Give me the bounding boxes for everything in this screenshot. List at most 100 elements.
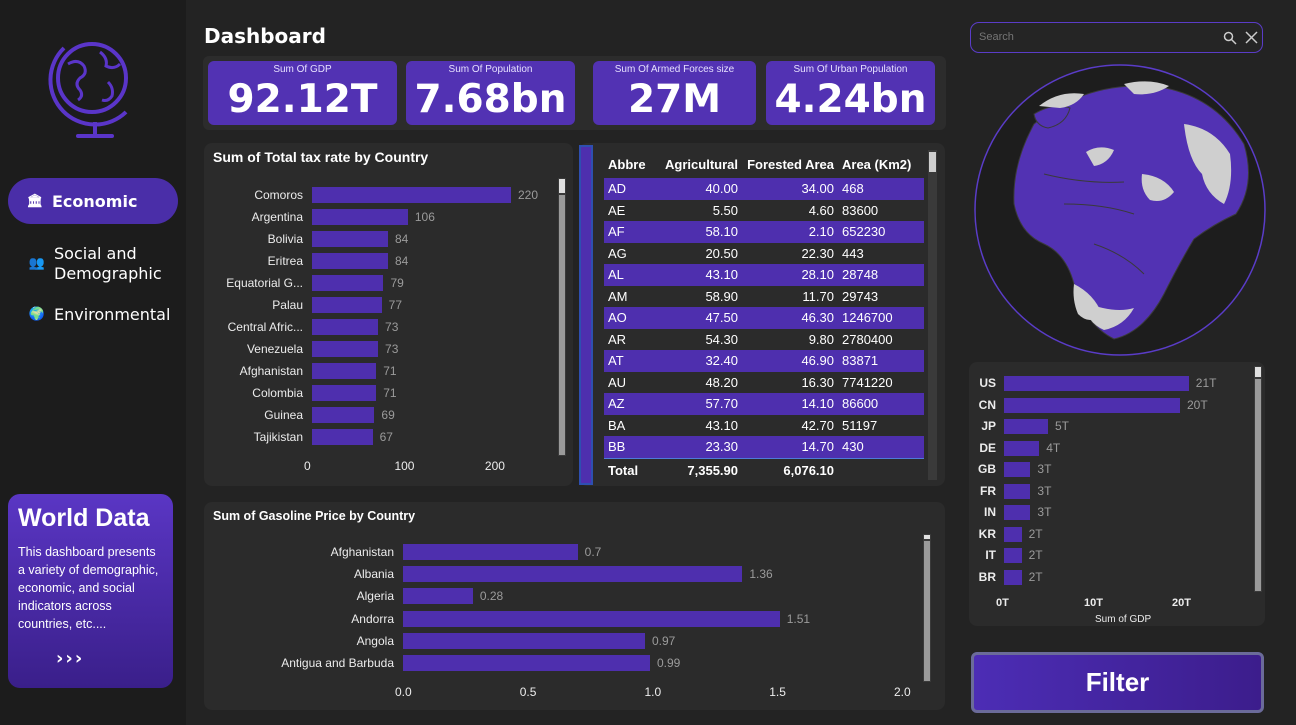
table-row[interactable]: AG 20.50 22.30 443	[604, 243, 924, 265]
bar-category-label: Eritrea	[267, 254, 303, 268]
world-data-card[interactable]: World Data This dashboard presents a var…	[8, 494, 173, 688]
col-agricultural[interactable]: Agricultural	[652, 157, 738, 172]
table-cell: 28.10	[801, 267, 834, 283]
search-icon[interactable]	[1223, 31, 1237, 45]
world-map-globe[interactable]	[974, 64, 1266, 356]
table-cell: 57.70	[705, 396, 738, 412]
bar[interactable]	[312, 253, 388, 269]
search-input[interactable]	[979, 31, 1209, 43]
table-scrollbar[interactable]	[928, 150, 937, 480]
col-forested-area[interactable]: Forested Area	[738, 157, 834, 172]
table-cell: 9.80	[808, 331, 834, 347]
bar-value-label: 106	[414, 210, 435, 224]
table-cell: 40.00	[705, 181, 738, 197]
bar[interactable]	[1004, 526, 1022, 542]
bar[interactable]	[1004, 462, 1031, 477]
filter-button[interactable]: Filter	[971, 652, 1264, 713]
table-scroll-thumb[interactable]	[929, 152, 936, 172]
bar[interactable]	[403, 610, 780, 627]
next-arrows-icon[interactable]: ›››	[56, 648, 84, 669]
bar[interactable]	[1004, 505, 1031, 520]
total-agricultural: 7,355.90	[687, 462, 738, 478]
table-row[interactable]: AD 40.00 34.00 468	[604, 178, 924, 200]
bar-category-label: Comoros	[254, 188, 303, 202]
table-cell: 48.20	[705, 374, 738, 390]
gdp-chart-scroll-thumb[interactable]	[1255, 367, 1261, 377]
table-cell: 7741220	[842, 374, 893, 390]
gasoline-chart-scroll-bar[interactable]	[924, 541, 930, 681]
bar[interactable]	[403, 544, 578, 560]
bar[interactable]	[403, 566, 743, 583]
bar[interactable]	[312, 363, 377, 379]
bar-category-label: Central Afric...	[227, 320, 303, 334]
table-cell: 4.60	[808, 202, 834, 218]
table-row[interactable]: AM 58.90 11.70 29743	[604, 286, 924, 308]
bar[interactable]	[403, 632, 645, 649]
bar[interactable]	[312, 297, 382, 313]
world-data-title: World Data	[18, 504, 150, 532]
table-cell: AO	[608, 310, 627, 326]
bar-category-label: BR	[978, 569, 996, 584]
bar-category-label: IN	[984, 505, 996, 519]
bar[interactable]	[312, 429, 373, 445]
table-row[interactable]: AE 5.50 4.60 83600	[604, 200, 924, 222]
bar[interactable]	[312, 341, 379, 357]
bar[interactable]	[312, 231, 388, 247]
table-row[interactable]: BB 23.30 14.70 430	[604, 436, 924, 458]
tax-chart-scroll-bar[interactable]	[559, 195, 565, 455]
table-cell: 14.70	[801, 439, 834, 455]
table-row[interactable]: AF 58.10 2.10 652230	[604, 221, 924, 243]
table-row[interactable]: AO 47.50 46.30 1246700	[604, 307, 924, 329]
gdp-chart-scroll-bar[interactable]	[1255, 379, 1261, 591]
bank-icon: 🏛	[26, 193, 44, 209]
bar[interactable]	[1004, 376, 1189, 391]
bar[interactable]	[403, 655, 650, 671]
bar[interactable]	[403, 588, 473, 605]
table-row[interactable]: AZ 57.70 14.10 86600	[604, 393, 924, 415]
table-row[interactable]: AL 43.10 28.10 28748	[604, 264, 924, 286]
nav-environmental[interactable]: 🌍 Environmental	[8, 302, 178, 326]
table-cell: 2780400	[842, 331, 893, 347]
bar-category-label: Argentina	[251, 210, 303, 224]
gasoline-chart-scroll-thumb[interactable]	[924, 535, 930, 539]
col-abbre[interactable]: Abbre	[604, 157, 652, 172]
bar[interactable]	[1004, 569, 1022, 585]
bar[interactable]	[312, 385, 377, 401]
bar[interactable]	[312, 275, 384, 291]
table-cell: 11.70	[802, 288, 834, 304]
bar[interactable]	[1004, 419, 1048, 434]
bar-category-label: Bolivia	[267, 232, 303, 246]
table-cell: 46.30	[801, 310, 834, 326]
table-row[interactable]: AT 32.40 46.90 83871	[604, 350, 924, 372]
table-cell: AD	[608, 181, 627, 197]
bar[interactable]	[1004, 397, 1180, 413]
bar[interactable]	[1004, 483, 1031, 499]
table-cell: 29743	[842, 288, 879, 304]
bar[interactable]	[1004, 548, 1022, 563]
bar-category-label: Colombia	[252, 386, 303, 400]
bar[interactable]	[312, 187, 511, 203]
search-box[interactable]	[970, 22, 1263, 53]
table-row[interactable]: BA 43.10 42.70 51197	[604, 415, 924, 437]
tax-chart-scroll-thumb[interactable]	[559, 179, 565, 193]
bar-value-label: 1.36	[749, 567, 773, 582]
nav-social-demographic[interactable]: 👥 Social and Demographic	[8, 242, 178, 286]
bar[interactable]	[312, 209, 408, 225]
col-area[interactable]: Area (Km2)	[834, 157, 924, 172]
table-cell: AR	[608, 331, 627, 347]
bar-category-label: Equatorial G...	[226, 276, 303, 290]
nav-economic[interactable]: 🏛 Economic	[8, 178, 178, 224]
bar-value-label: 4T	[1046, 440, 1061, 455]
table-cell: AU	[608, 374, 627, 390]
close-icon[interactable]	[1245, 31, 1258, 44]
table-header: Abbre Agricultural Forested Area Area (K…	[604, 150, 924, 178]
bar[interactable]	[312, 319, 379, 335]
table-cell: 34.00	[801, 181, 834, 197]
bar[interactable]	[312, 407, 375, 423]
table-row[interactable]: AU 48.20 16.30 7741220	[604, 372, 924, 394]
table-cell: 20.50	[705, 245, 738, 261]
table-row[interactable]: AR 54.30 9.80 2780400	[604, 329, 924, 351]
total-forested-area: 6,076.10	[783, 462, 834, 478]
table-cell: 86600	[842, 396, 879, 412]
bar[interactable]	[1004, 440, 1040, 456]
